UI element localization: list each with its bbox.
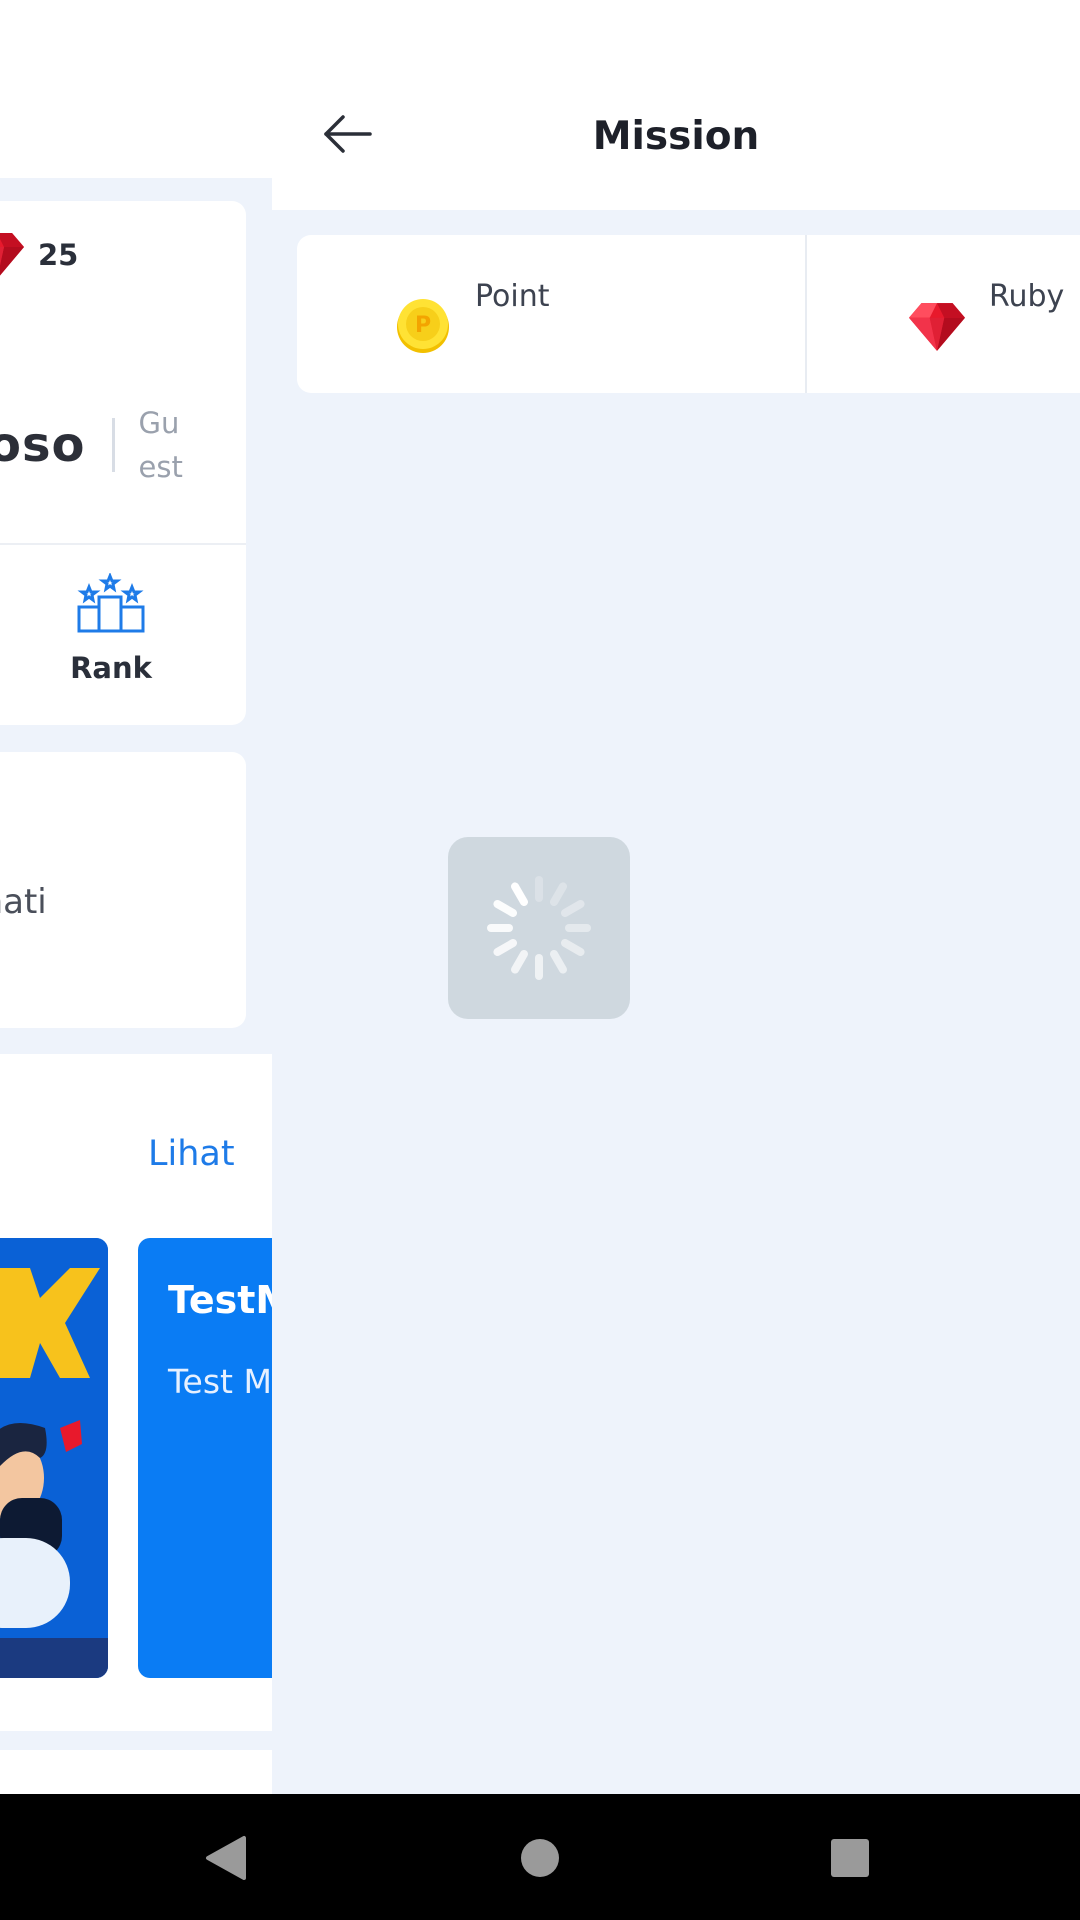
tab-ruby-label: Ruby bbox=[989, 279, 1065, 314]
system-nav-bar bbox=[0, 1794, 1080, 1920]
banner-illustration bbox=[0, 1238, 108, 1678]
tab-ruby[interactable]: Ruby bbox=[807, 235, 1080, 393]
see-all-link[interactable]: Lihat bbox=[148, 1134, 235, 1174]
page-title: Mission bbox=[592, 114, 760, 159]
system-back-button[interactable] bbox=[198, 1830, 254, 1886]
mission-banner-card[interactable]: TestM Test M bbox=[138, 1238, 272, 1678]
ruby-count: 25 bbox=[38, 238, 79, 272]
background-bottom-strip bbox=[0, 1750, 272, 1794]
svg-text:P: P bbox=[415, 313, 431, 338]
podium-icon bbox=[77, 571, 145, 633]
background-top-bar bbox=[0, 0, 272, 178]
mission-header: Mission bbox=[272, 0, 1080, 210]
ruby-balance: 25 bbox=[0, 231, 78, 279]
system-home-button[interactable] bbox=[512, 1830, 568, 1886]
mission-section: Lihat TestM Test M bbox=[0, 1054, 272, 1731]
banner-description: Test M bbox=[168, 1362, 272, 1401]
coin-icon: P bbox=[397, 299, 449, 353]
rank-label: Rank bbox=[70, 651, 152, 685]
banner-title: TestM bbox=[168, 1278, 272, 1322]
currency-tabs: P Point Ruby bbox=[297, 235, 1080, 393]
mission-page: Mission P Point Ruby bbox=[272, 0, 1080, 1794]
mission-banner-image[interactable] bbox=[0, 1238, 108, 1678]
profile-card: 25 oso Guest Rank bbox=[0, 201, 246, 725]
info-card-text: mati bbox=[0, 882, 47, 922]
user-name-row: oso Guest bbox=[0, 401, 189, 489]
ruby-gem-icon bbox=[0, 233, 24, 276]
loading-indicator bbox=[448, 837, 630, 1019]
rank-button[interactable]: Rank bbox=[56, 571, 166, 685]
user-name: oso bbox=[0, 417, 86, 473]
spinner-icon bbox=[487, 876, 591, 980]
square-recents-icon bbox=[831, 1839, 869, 1877]
system-recents-button[interactable] bbox=[822, 1830, 878, 1886]
background-page: 25 oso Guest Rank mati Lihat bbox=[0, 0, 272, 1794]
ruby-gem-icon bbox=[909, 303, 965, 351]
circle-home-icon bbox=[521, 1839, 559, 1877]
tab-point-label: Point bbox=[475, 279, 550, 314]
card-divider bbox=[0, 543, 246, 545]
info-card[interactable]: mati bbox=[0, 752, 246, 1028]
triangle-back-icon bbox=[206, 1836, 246, 1880]
tab-point[interactable]: P Point bbox=[297, 235, 807, 393]
user-role: Guest bbox=[138, 406, 183, 484]
name-separator bbox=[111, 418, 115, 472]
